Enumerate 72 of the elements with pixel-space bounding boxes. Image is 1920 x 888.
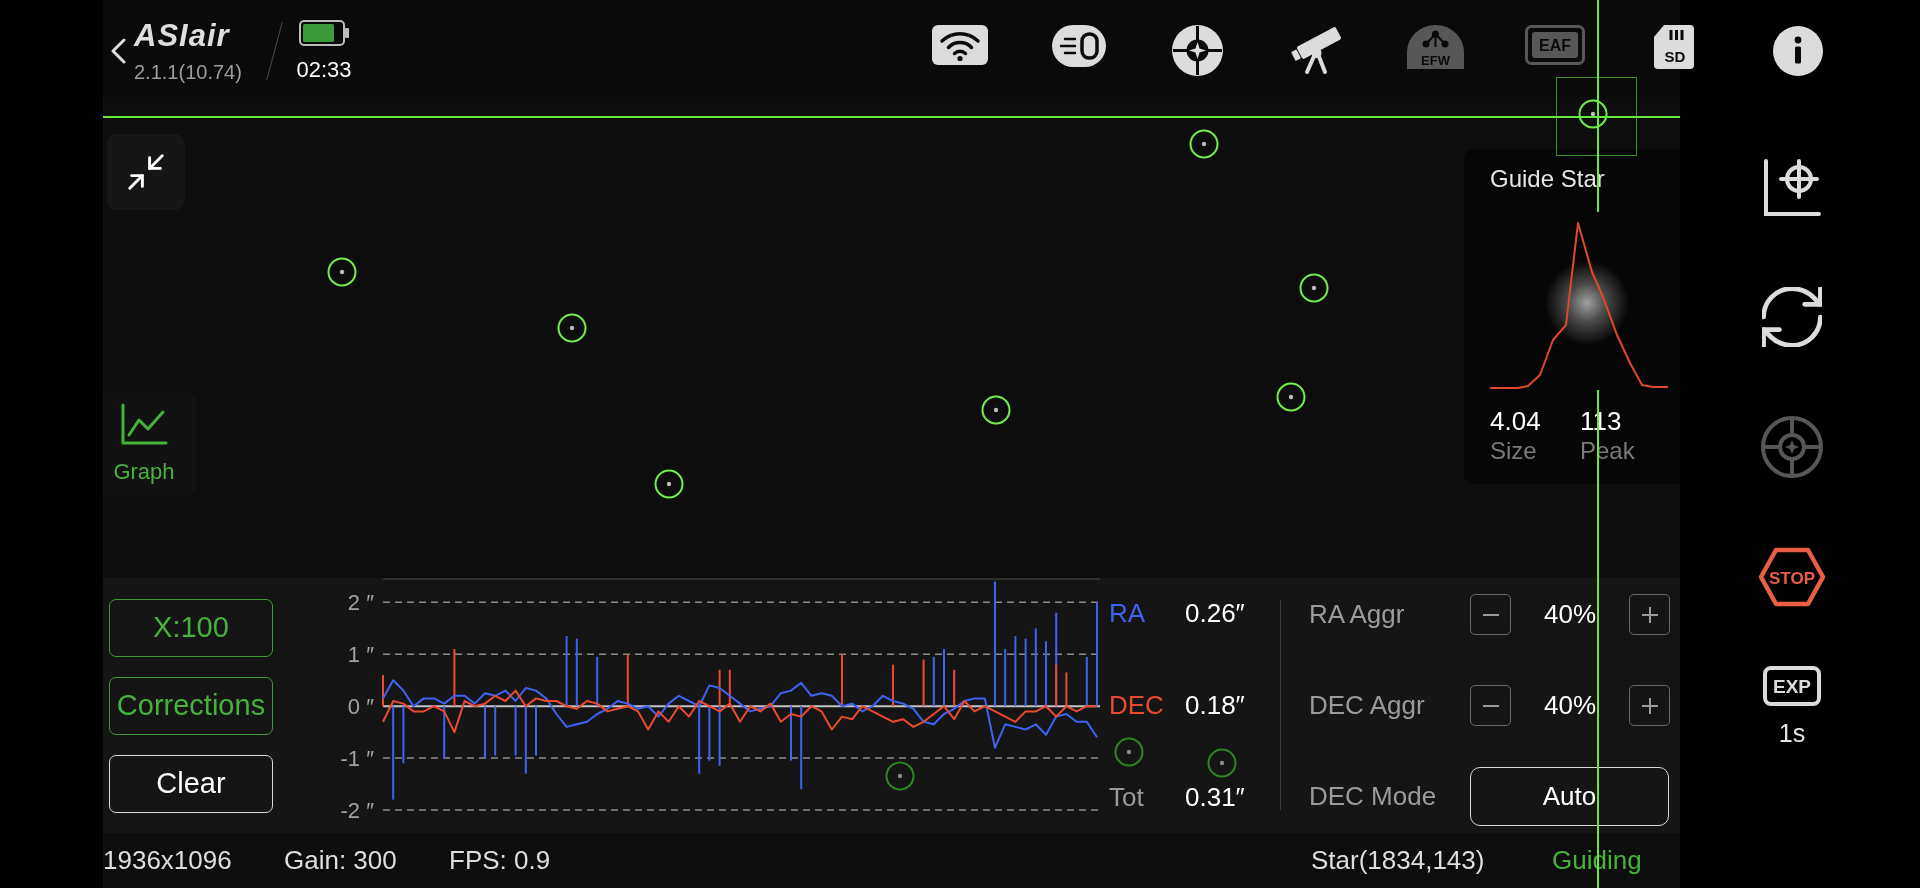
- decrease-button[interactable]: [1470, 594, 1511, 635]
- corrections-button[interactable]: Corrections: [109, 677, 273, 735]
- y-axis-label: 1 ″: [347, 642, 374, 668]
- stat-value: 4.04: [1490, 406, 1542, 436]
- legend-label: RA: [1109, 596, 1147, 630]
- back-icon[interactable]: [110, 37, 126, 64]
- decrease-button[interactable]: [1470, 685, 1511, 726]
- crosshair-axes-icon[interactable]: [1763, 157, 1821, 217]
- increase-button[interactable]: [1629, 685, 1670, 726]
- version-text: 2.1.1(10.74): [134, 60, 243, 83]
- minus-icon: [1482, 704, 1499, 707]
- stat-label: Size: [1490, 436, 1538, 466]
- setting-value: 40%: [1542, 598, 1597, 631]
- y-axis-label: 0 ″: [347, 694, 374, 720]
- correction-bar: [1014, 636, 1017, 707]
- wifi-icon[interactable]: [931, 25, 988, 65]
- correction-bar: [953, 669, 956, 707]
- plus-icon: [1641, 606, 1658, 623]
- legend-label: Tot: [1109, 780, 1145, 814]
- setting-value: 40%: [1542, 689, 1597, 722]
- stop-button[interactable]: STOP: [1758, 547, 1826, 607]
- exp-button[interactable]: EXP: [1763, 666, 1821, 706]
- correction-bar: [596, 656, 599, 707]
- correction-bar: [453, 649, 456, 707]
- target-icon[interactable]: [1172, 25, 1223, 76]
- status-text: FPS: 0.9: [449, 844, 552, 877]
- app-logo: ASIair: [134, 18, 231, 53]
- correction-bar: [1085, 656, 1088, 707]
- clock-text: 02:33: [296, 57, 352, 82]
- correction-bar: [443, 706, 446, 759]
- refresh-icon[interactable]: [1762, 287, 1822, 347]
- y-axis-label: -1 ″: [340, 746, 374, 772]
- correction-bar: [524, 706, 527, 774]
- correction-bar: [514, 706, 517, 756]
- info-icon[interactable]: [1773, 26, 1823, 76]
- legend-label: DEC: [1109, 688, 1165, 722]
- y-axis-label: 2 ″: [347, 590, 374, 616]
- y-axis-label: -2 ″: [340, 798, 374, 823]
- correction-bar: [565, 636, 568, 707]
- collapse-icon: [128, 154, 164, 190]
- status-text: 1936x1096: [103, 844, 233, 877]
- plus-icon: [1641, 697, 1658, 714]
- correction-bar: [575, 638, 578, 707]
- line-chart-icon: [120, 402, 168, 446]
- correction-bar: [932, 656, 935, 707]
- correction-bar: [1004, 649, 1007, 707]
- correction-bar: [494, 706, 497, 756]
- battery-icon: [299, 19, 349, 46]
- correction-bar: [1024, 638, 1027, 707]
- setting-label: DEC Mode: [1309, 780, 1438, 813]
- setting-label: RA Aggr: [1309, 598, 1406, 631]
- graph-button[interactable]: Graph: [103, 392, 196, 496]
- setting-label: DEC Aggr: [1309, 689, 1426, 722]
- correction-bar: [698, 706, 701, 774]
- correction-bar: [402, 706, 405, 764]
- camera-icon[interactable]: [1051, 25, 1106, 67]
- increase-button[interactable]: [1629, 594, 1670, 635]
- correction-bar: [1065, 672, 1068, 707]
- scale-button[interactable]: X:100: [109, 599, 273, 657]
- minus-icon: [1482, 613, 1499, 616]
- collapse-button[interactable]: [107, 134, 185, 210]
- correction-bar: [922, 659, 925, 707]
- exposure-value-text: 1s: [1778, 718, 1806, 748]
- star-position-text: Star(1834,143): [1311, 844, 1486, 877]
- clear-button[interactable]: Clear: [109, 755, 273, 813]
- legend-value: 0.18″: [1185, 688, 1245, 722]
- legend-value: 0.26″: [1185, 596, 1245, 630]
- status-text: Gain: 300: [284, 844, 398, 877]
- correction-bar: [708, 706, 711, 761]
- legend-value: 0.31″: [1185, 780, 1245, 814]
- sd-card-button[interactable]: SD: [1653, 25, 1694, 69]
- correction-bar: [728, 669, 731, 707]
